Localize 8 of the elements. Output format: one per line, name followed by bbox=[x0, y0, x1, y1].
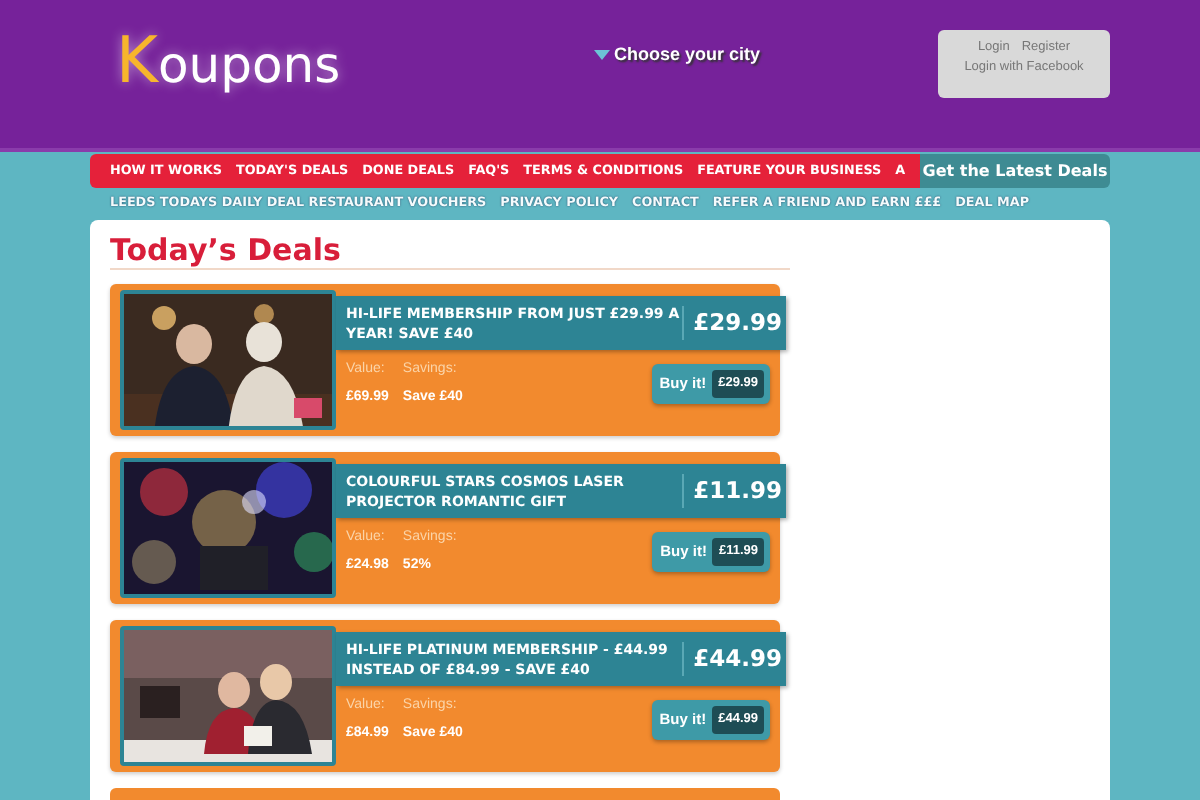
deal-price: £11.99 bbox=[681, 473, 786, 509]
deal-price: £29.99 bbox=[681, 305, 786, 341]
page-heading: Today’s Deals bbox=[110, 232, 343, 268]
dropdown-arrow-icon bbox=[594, 50, 610, 61]
latest-deals-tab[interactable]: Get the Latest Deals bbox=[920, 154, 1110, 188]
logo[interactable]: Koupons bbox=[116, 28, 341, 92]
deal-price: £44.99 bbox=[681, 641, 786, 677]
city-selector[interactable]: Choose your city bbox=[614, 42, 761, 69]
